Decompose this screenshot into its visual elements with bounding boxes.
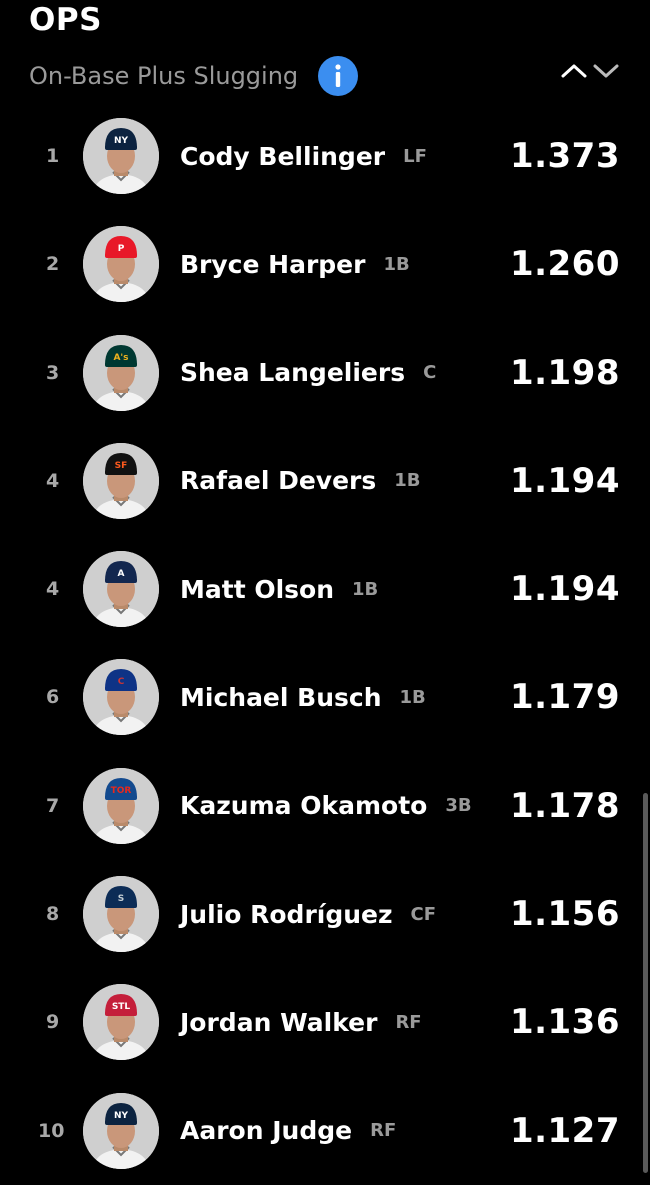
player-info: Jordan Walker RF [180, 968, 422, 1076]
player-info: Aaron Judge RF [180, 1077, 396, 1185]
player-name[interactable]: Aaron Judge [180, 1116, 352, 1145]
player-info: Matt Olson 1B [180, 535, 378, 643]
player-position: RF [370, 1120, 397, 1142]
cap-logo: SF [115, 461, 128, 471]
player-name[interactable]: Rafael Devers [180, 466, 376, 495]
ops-value: 1.260 [509, 244, 620, 285]
player-info: Cody Bellinger LF [180, 102, 427, 210]
player-row[interactable]: 8 S Julio Rodríguez CF 1.156 [0, 860, 650, 968]
player-name[interactable]: Cody Bellinger [180, 142, 385, 171]
player-avatar[interactable]: NY [83, 118, 159, 194]
player-avatar[interactable]: S [83, 876, 159, 953]
player-avatar[interactable]: TOR [83, 767, 159, 844]
sort-toggle[interactable] [560, 62, 624, 84]
rank-number: 8 [46, 903, 60, 926]
player-name[interactable]: Bryce Harper [180, 250, 365, 279]
cap-logo: P [118, 244, 125, 254]
player-name[interactable]: Jordan Walker [180, 1008, 377, 1037]
cap-logo: A [118, 569, 125, 579]
player-position: RF [395, 1011, 422, 1033]
scrollbar[interactable] [643, 793, 648, 1173]
chevron-up-icon[interactable] [560, 62, 588, 84]
cap-logo: C [118, 677, 125, 687]
rank-number: 6 [46, 686, 60, 709]
player-avatar[interactable]: C [83, 659, 159, 736]
player-avatar[interactable]: NY [83, 1092, 159, 1169]
player-row[interactable]: 6 C Michael Busch 1B 1.179 [0, 643, 650, 751]
subtitle-row: On-Base Plus Slugging [29, 56, 359, 96]
rank-number: 7 [46, 794, 60, 817]
ops-value: 1.156 [509, 894, 620, 935]
player-row[interactable]: 4 SF Rafael Devers 1B 1.194 [0, 427, 650, 535]
player-name[interactable]: Shea Langeliers [180, 358, 405, 387]
player-row[interactable]: 10 NY Aaron Judge RF 1.127 [0, 1077, 650, 1185]
player-avatar[interactable]: A [83, 551, 159, 628]
player-position: 1B [399, 686, 426, 708]
player-position: C [423, 362, 437, 384]
rank-number: 1 [46, 145, 60, 167]
player-name[interactable]: Julio Rodríguez [180, 900, 393, 929]
player-row[interactable]: 7 TOR Kazuma Okamoto 3B 1.178 [0, 752, 650, 860]
ops-value: 1.178 [509, 785, 620, 826]
player-position: 1B [383, 253, 410, 275]
player-info: Julio Rodríguez CF [180, 860, 436, 968]
player-row[interactable]: 4 A Matt Olson 1B 1.194 [0, 535, 650, 643]
player-position: 1B [394, 470, 421, 492]
cap-logo: NY [114, 1111, 129, 1121]
ops-value: 1.127 [509, 1110, 620, 1151]
player-position: 3B [445, 795, 472, 817]
player-info: Bryce Harper 1B [180, 210, 410, 318]
player-avatar[interactable]: P [83, 226, 159, 303]
page-title: OPS [29, 2, 102, 38]
player-info: Kazuma Okamoto 3B [180, 752, 472, 860]
cap-logo: NY [114, 136, 129, 146]
ops-value: 1.179 [509, 677, 620, 718]
page-subtitle: On-Base Plus Slugging [29, 62, 299, 90]
player-position: CF [410, 903, 437, 925]
rank-number: 4 [46, 469, 60, 492]
player-info: Rafael Devers 1B [180, 427, 421, 535]
rank-number: 4 [46, 578, 60, 601]
player-row[interactable]: 1 NY Cody Bellinger LF 1.373 [0, 102, 650, 210]
ops-value: 1.136 [509, 1002, 620, 1043]
ops-value: 1.198 [509, 352, 620, 393]
rank-number: 3 [46, 361, 60, 384]
player-name[interactable]: Michael Busch [180, 683, 382, 712]
ops-value: 1.194 [509, 569, 620, 610]
rank-number: 10 [38, 1119, 65, 1142]
player-avatar[interactable]: SF [83, 442, 159, 519]
leaderboard-list: 1 NY Cody Bellinger LF 1.373 2 P Bryce Harper 1B… [0, 102, 650, 1185]
rank-number: 9 [46, 1011, 60, 1034]
player-row[interactable]: 2 P Bryce Harper 1B 1.260 [0, 210, 650, 318]
ops-value: 1.194 [509, 460, 620, 501]
rank-number: 2 [46, 253, 60, 276]
cap-logo: STL [112, 1002, 131, 1012]
player-name[interactable]: Matt Olson [180, 575, 334, 604]
player-info: Michael Busch 1B [180, 643, 426, 751]
player-position: LF [403, 145, 427, 167]
player-avatar[interactable]: A's [83, 334, 159, 411]
chevron-down-icon[interactable] [592, 62, 620, 84]
player-name[interactable]: Kazuma Okamoto [180, 791, 427, 820]
cap-logo: S [118, 894, 124, 904]
ops-value: 1.373 [509, 136, 620, 176]
player-avatar[interactable]: STL [83, 984, 159, 1061]
info-icon[interactable] [318, 56, 359, 96]
cap-logo: A's [113, 353, 128, 363]
player-position: 1B [352, 578, 379, 600]
player-info: Shea Langeliers C [180, 319, 436, 427]
cap-logo: TOR [111, 786, 132, 796]
player-row[interactable]: 9 STL Jordan Walker RF 1.136 [0, 968, 650, 1076]
player-row[interactable]: 3 A's Shea Langeliers C 1.198 [0, 319, 650, 427]
